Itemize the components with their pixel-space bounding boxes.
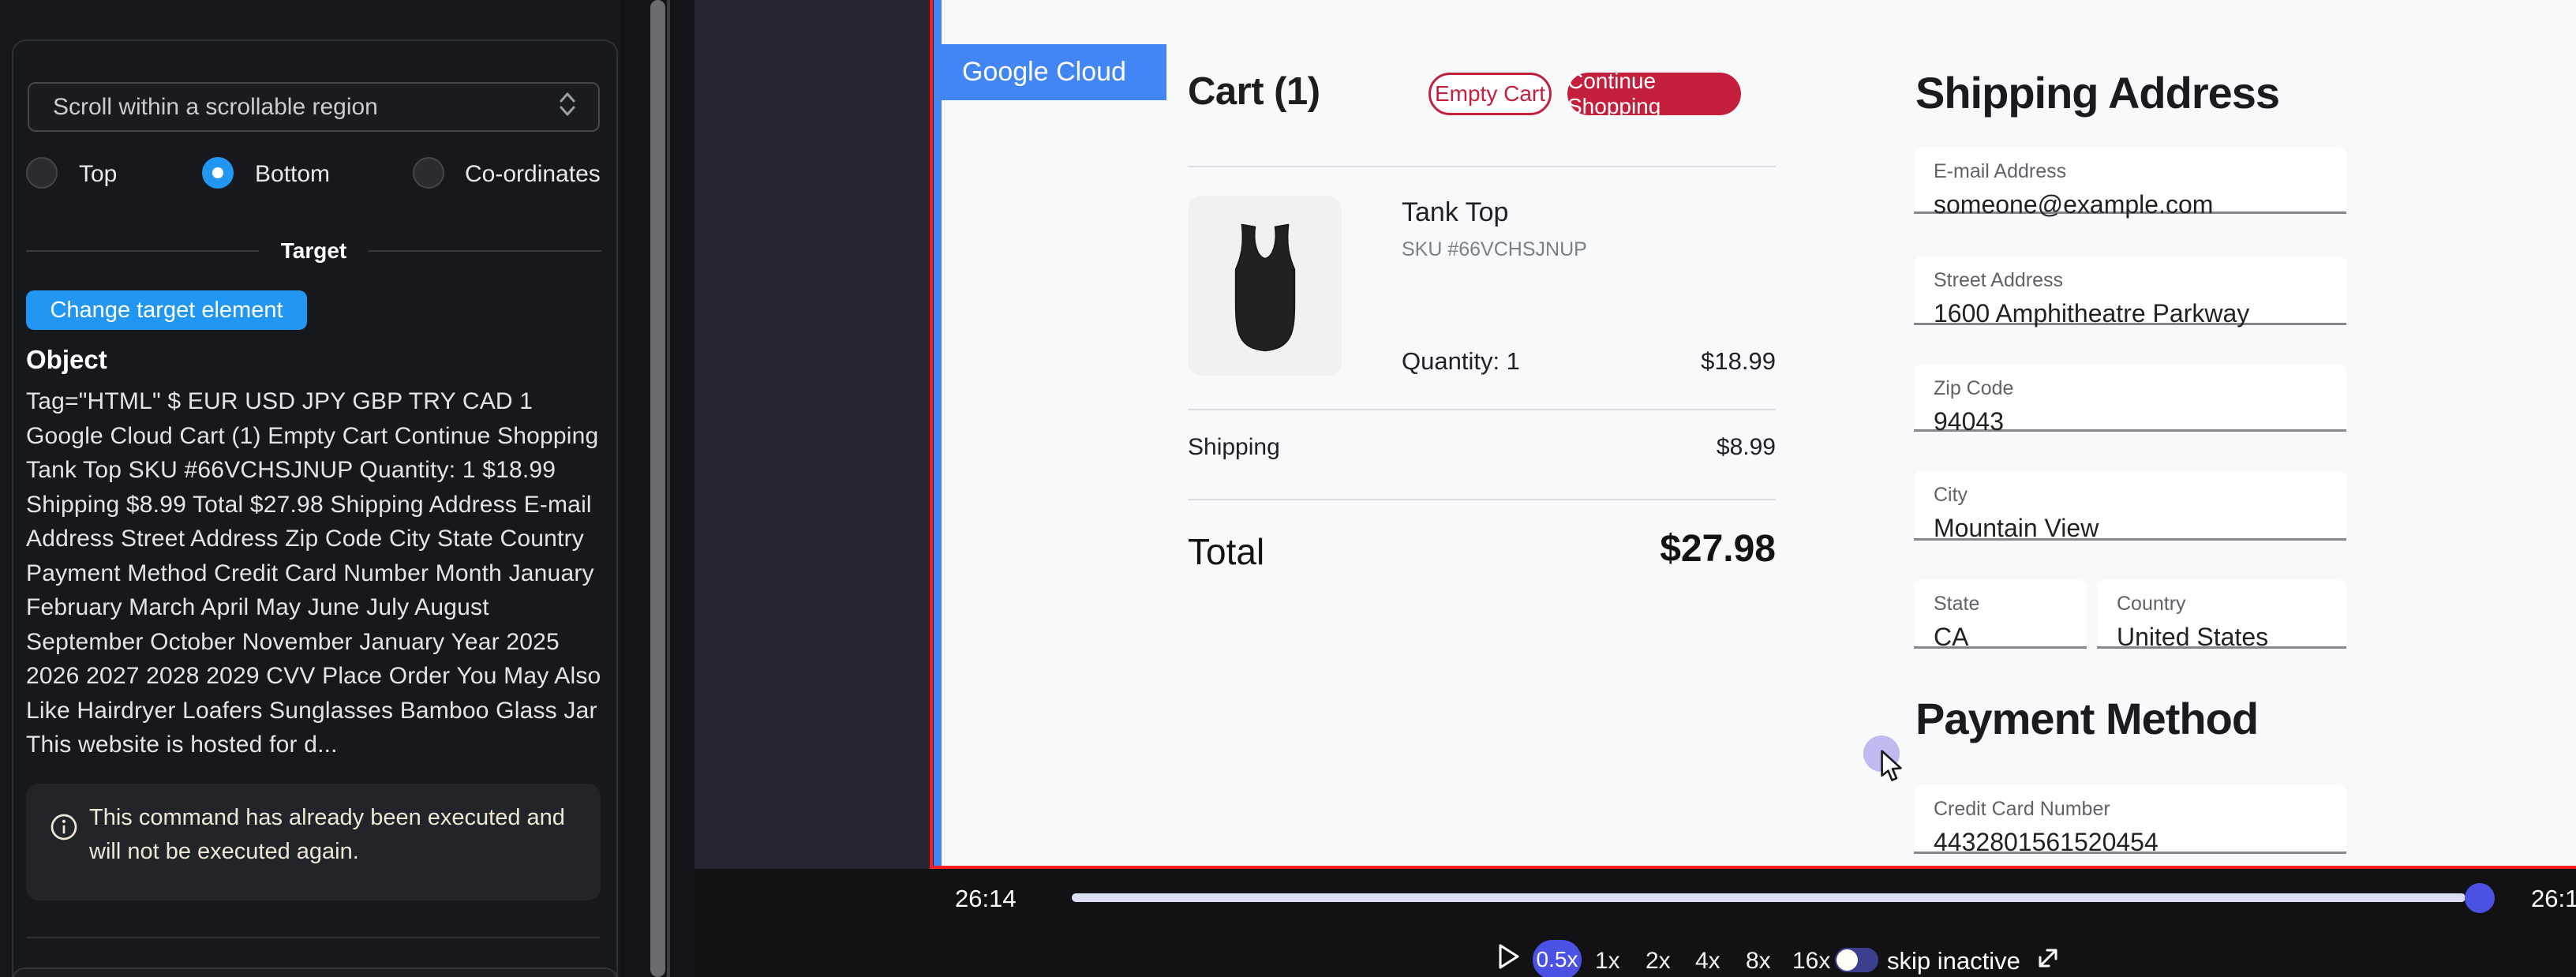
timeline-thumb[interactable] bbox=[2465, 883, 2495, 913]
product-image[interactable] bbox=[1188, 196, 1342, 376]
city-value: Mountain View bbox=[1934, 514, 2346, 543]
cart-title: Cart (1) bbox=[1188, 69, 1320, 114]
mouse-cursor-icon bbox=[1879, 750, 1911, 790]
skip-inactive-toggle[interactable] bbox=[1835, 948, 1878, 972]
country-field[interactable]: Country United States bbox=[2097, 580, 2346, 649]
viewport-highlight-red-left bbox=[930, 0, 933, 869]
speed-16x-button[interactable]: 16x bbox=[1792, 948, 1830, 975]
select-chevron-icon bbox=[557, 90, 578, 125]
change-target-button[interactable]: Change target element bbox=[26, 290, 307, 330]
divider bbox=[1188, 499, 1776, 500]
shipping-address-heading: Shipping Address bbox=[1915, 67, 2279, 118]
divider bbox=[1188, 409, 1776, 410]
play-icon bbox=[1498, 943, 1520, 970]
command-select[interactable]: Scroll within a scrollable region bbox=[28, 82, 600, 132]
play-button[interactable] bbox=[1498, 943, 1520, 974]
sidebar-divider bbox=[26, 937, 600, 938]
radio-bottom-label[interactable]: Bottom bbox=[255, 161, 330, 188]
radio-bottom[interactable] bbox=[202, 157, 234, 189]
product-sku: SKU #66VCHSJNUP bbox=[1402, 238, 1587, 261]
recorded-page: Google Cloud Cart (1) Empty Cart Continu… bbox=[942, 0, 2576, 866]
zip-label: Zip Code bbox=[1934, 377, 2346, 400]
divider bbox=[1188, 166, 1776, 167]
info-icon bbox=[50, 813, 78, 841]
shipping-label: Shipping bbox=[1188, 434, 1280, 461]
radio-top-label[interactable]: Top bbox=[79, 161, 117, 188]
shipping-value: $8.99 bbox=[1618, 434, 1776, 461]
total-label: Total bbox=[1188, 530, 1264, 573]
product-name: Tank Top bbox=[1402, 197, 1508, 228]
speed-0-5x-button[interactable]: 0.5x bbox=[1533, 940, 1582, 977]
empty-cart-button[interactable]: Empty Cart bbox=[1428, 73, 1552, 115]
radio-coordinates[interactable] bbox=[413, 157, 444, 189]
player-bar: 26:14 26:1 0.5x 1x 2x 4x 8x 16x skip ina… bbox=[695, 869, 2576, 977]
end-time: 26:1 bbox=[2531, 885, 2576, 913]
state-value: CA bbox=[1934, 623, 2087, 652]
continue-shopping-button[interactable]: Continue Shopping bbox=[1567, 73, 1741, 115]
target-divider-label: Target bbox=[281, 238, 347, 264]
command-select-value: Scroll within a scrollable region bbox=[53, 94, 557, 121]
timeline-slider[interactable] bbox=[1072, 893, 2466, 902]
notice-text: This command has already been executed a… bbox=[89, 801, 578, 869]
current-time: 26:14 bbox=[955, 885, 1017, 913]
credit-card-value: 4432801561520454 bbox=[1934, 828, 2346, 857]
country-value: United States bbox=[2117, 623, 2346, 652]
total-value: $27.98 bbox=[1539, 527, 1776, 571]
skip-inactive-label[interactable]: skip inactive bbox=[1887, 947, 2020, 975]
speed-1x-button[interactable]: 1x bbox=[1595, 948, 1620, 975]
street-value: 1600 Amphitheatre Parkway bbox=[1934, 299, 2346, 328]
zip-value: 94043 bbox=[1934, 407, 2346, 436]
object-heading: Object bbox=[26, 345, 107, 375]
sidebar-scrollbar[interactable] bbox=[650, 0, 665, 977]
state-field[interactable]: State CA bbox=[1914, 580, 2087, 649]
city-field[interactable]: City Mountain View bbox=[1914, 471, 2346, 541]
street-label: Street Address bbox=[1934, 269, 2346, 292]
element-highlight-blue-left bbox=[934, 0, 942, 866]
street-field[interactable]: Street Address 1600 Amphitheatre Parkway bbox=[1914, 256, 2346, 325]
target-divider: Target bbox=[26, 237, 601, 265]
payment-method-heading: Payment Method bbox=[1915, 693, 2258, 744]
speed-8x-button[interactable]: 8x bbox=[1746, 948, 1771, 975]
zip-field[interactable]: Zip Code 94043 bbox=[1914, 365, 2346, 432]
gutter-divider bbox=[667, 0, 670, 977]
screen: Scroll within a scrollable region Top Bo… bbox=[0, 0, 2576, 977]
sidebar-next-section[interactable] bbox=[12, 968, 618, 977]
email-value: someone@example.com bbox=[1934, 190, 2346, 219]
tank-top-image bbox=[1206, 212, 1324, 359]
state-label: State bbox=[1934, 593, 2087, 616]
credit-card-label: Credit Card Number bbox=[1934, 798, 2346, 821]
product-quantity: Quantity: 1 bbox=[1402, 347, 1520, 376]
object-text: Tag="HTML" $ EUR USD JPY GBP TRY CAD 1 G… bbox=[26, 384, 605, 762]
country-label: Country bbox=[2117, 593, 2346, 616]
toggle-knob bbox=[1837, 949, 1858, 971]
divider-line bbox=[26, 250, 259, 252]
radio-coordinates-label[interactable]: Co-ordinates bbox=[465, 161, 601, 188]
product-price: $18.99 bbox=[1618, 347, 1776, 376]
email-field[interactable]: E-mail Address someone@example.com bbox=[1914, 148, 2346, 214]
speed-2x-button[interactable]: 2x bbox=[1646, 948, 1671, 975]
city-label: City bbox=[1934, 484, 2346, 507]
fullscreen-button[interactable] bbox=[2034, 944, 2062, 976]
divider-line bbox=[369, 250, 601, 252]
credit-card-field[interactable]: Credit Card Number 4432801561520454 bbox=[1914, 785, 2346, 854]
site-logo[interactable]: Google Cloud bbox=[942, 44, 1166, 100]
sidebar: Scroll within a scrollable region Top Bo… bbox=[0, 0, 620, 977]
speed-4x-button[interactable]: 4x bbox=[1695, 948, 1720, 975]
expand-icon bbox=[2034, 944, 2062, 972]
radio-top[interactable] bbox=[26, 157, 58, 189]
email-label: E-mail Address bbox=[1934, 160, 2346, 183]
